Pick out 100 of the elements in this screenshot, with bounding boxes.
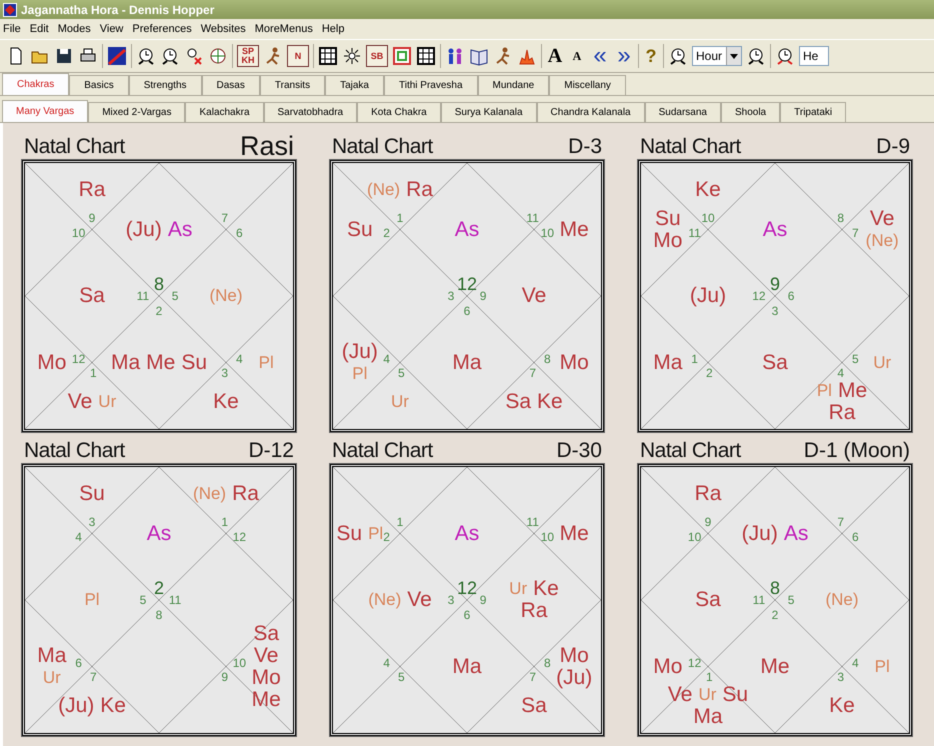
planet-label: Sa	[505, 391, 531, 414]
menu-item[interactable]: Help	[322, 23, 344, 35]
tab[interactable]: Kalachakra	[185, 102, 264, 122]
sign-number: 11	[752, 594, 766, 606]
menu-item[interactable]: Edit	[30, 23, 49, 35]
planet-label: (Ju)	[342, 340, 378, 362]
planet-label: Ur	[98, 391, 116, 414]
sign-number: 9	[770, 275, 780, 294]
planet-label: As	[762, 218, 788, 240]
unit-dropdown[interactable]: Hour	[692, 46, 742, 66]
tab[interactable]: Kota Chakra	[357, 102, 441, 122]
planet-label: Ma	[693, 706, 723, 728]
help-button[interactable]: ?	[643, 46, 659, 66]
planet-label: Ke	[829, 695, 855, 718]
tab[interactable]: Transits	[260, 75, 326, 95]
toolbar-arrow-button[interactable]: »	[614, 46, 634, 66]
sign-number: 4	[236, 352, 243, 364]
planet-label: Ur	[873, 352, 892, 374]
sign-number: 2	[383, 531, 390, 544]
tab[interactable]: Dasas	[202, 75, 260, 95]
menu-item[interactable]: Modes	[58, 23, 91, 35]
sign-number: 4	[383, 352, 390, 364]
tab[interactable]: Sudarsana	[644, 102, 721, 122]
clock-icon[interactable]	[775, 46, 795, 66]
nested-squares-icon[interactable]	[392, 46, 412, 66]
planet-label: Ke	[533, 578, 559, 600]
grid-icon[interactable]	[416, 46, 436, 66]
planet-label: Pl	[352, 362, 368, 384]
menu-item[interactable]: File	[3, 23, 21, 35]
sign-number: 9	[88, 212, 96, 224]
menu-item[interactable]: Websites	[200, 23, 246, 35]
chart-name: D-9	[876, 134, 910, 160]
planet-label: Pl	[874, 656, 890, 678]
chart-name: D-3	[568, 134, 602, 160]
input-field[interactable]: He	[799, 46, 829, 66]
tab[interactable]: Tithi Pravesha	[384, 75, 478, 95]
planet-label: Ur	[391, 391, 409, 414]
planet-label: Ke	[100, 695, 126, 718]
clock-icon[interactable]	[136, 46, 156, 66]
planet-label: Mo	[37, 352, 66, 374]
globe-icon[interactable]	[208, 46, 228, 66]
tab[interactable]: Shoola	[720, 102, 780, 122]
tab[interactable]: Surya Kalanala	[440, 102, 537, 122]
clock-icon[interactable]	[746, 46, 766, 66]
planet-label: (Ne)	[866, 230, 899, 252]
tab[interactable]: Mixed 2-Vargas	[88, 102, 186, 122]
grid-icon[interactable]	[318, 46, 338, 66]
menu-item[interactable]: View	[100, 23, 124, 35]
toolbar-arrow-button[interactable]: «	[590, 46, 610, 66]
caret-icon	[730, 54, 738, 58]
planet-label: Ke	[213, 391, 239, 414]
tab[interactable]: Chandra Kalanala	[536, 102, 645, 122]
tab[interactable]: Basics	[69, 75, 129, 95]
sun-icon[interactable]	[342, 46, 362, 66]
planet-label: Su	[346, 218, 373, 240]
planet-label: (Ne)	[825, 589, 859, 611]
planet-label: Ve	[522, 285, 546, 307]
tab[interactable]: Sarvatobhadra	[264, 102, 358, 122]
sign-number: 11	[136, 290, 150, 302]
planet-label: Mo	[653, 656, 682, 678]
sign-number: 6	[464, 304, 470, 317]
tab[interactable]: Strengths	[128, 75, 202, 95]
sign-number: 3	[772, 304, 778, 317]
sign-number: 1	[691, 352, 698, 364]
sign-number: 8	[156, 608, 162, 621]
toolbar-text-button[interactable]: SB	[366, 45, 388, 67]
menu-item[interactable]: MoreMenus	[254, 23, 313, 35]
planet-label: Me	[146, 352, 176, 374]
tab[interactable]: Tripataki	[780, 102, 846, 122]
sign-number: 9	[480, 594, 486, 606]
sign-number: 1	[90, 367, 97, 380]
tab[interactable]: Tajaka	[325, 75, 384, 95]
toolbar-letter-button[interactable]: A	[546, 44, 564, 68]
tab[interactable]: Many Vargas	[2, 100, 88, 122]
sign-number: 6	[788, 290, 794, 302]
clock-icon[interactable]	[668, 46, 688, 66]
sign-number: 11	[168, 594, 182, 606]
tab[interactable]: Chakras	[2, 73, 70, 95]
planet-label: Ve	[68, 391, 92, 414]
window-title: Jagannatha Hora - Dennis Hopper	[21, 2, 214, 16]
chart-icon[interactable]	[107, 46, 127, 66]
sign-number: 12	[456, 579, 478, 598]
planet-label: Su	[336, 522, 362, 544]
toolbar-text-button[interactable]: N	[287, 45, 309, 67]
planet-label: Ma	[653, 352, 682, 374]
sign-number: 12	[232, 531, 246, 544]
toolbar-text-button[interactable]: SP KH	[237, 45, 259, 67]
clock-icon[interactable]	[160, 46, 180, 66]
planet-label: Ve	[407, 589, 432, 611]
planet-label: Ma	[452, 656, 482, 678]
sign-number: 5	[852, 352, 859, 364]
planet-label: As	[454, 522, 480, 544]
tab[interactable]: Miscellany	[549, 75, 626, 95]
menu-item[interactable]: Preferences	[132, 23, 192, 35]
sign-number: 9	[704, 516, 712, 528]
sign-number: 7	[852, 227, 859, 240]
toolbar-letter-button[interactable]: A	[568, 48, 586, 64]
tab[interactable]: Mundane	[478, 75, 550, 95]
planet-label: Ma	[110, 352, 140, 374]
sign-number: 8	[154, 275, 164, 294]
